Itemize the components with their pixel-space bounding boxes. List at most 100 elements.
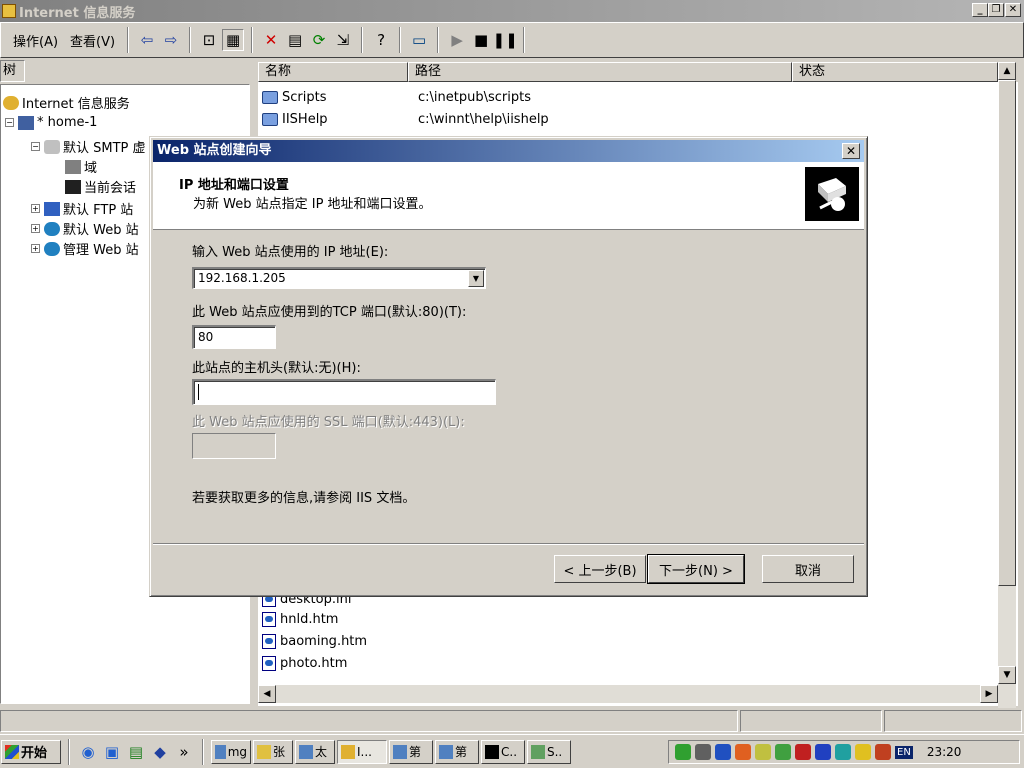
task-button-mg[interactable]: mg [211,739,251,764]
close-window-button[interactable]: ✕ [1005,3,1021,17]
ip-label: 输入 Web 站点使用的 IP 地址(E): [192,245,389,260]
tcp-port-input[interactable]: 80 [192,325,276,349]
expand-icon[interactable]: + [31,224,40,233]
collapse-icon[interactable]: − [5,118,14,127]
cancel-button[interactable]: 取消 [762,555,854,583]
dialog-title: Web 站点创建向导 [157,143,272,158]
dropdown-arrow-icon[interactable]: ▼ [468,270,484,287]
tray-volume-icon[interactable] [695,744,711,760]
tray-app-icon[interactable] [855,744,871,760]
task-button-doc1[interactable]: 第 [389,739,433,764]
help-icon[interactable]: ? [370,29,392,51]
task-button-folder[interactable]: 张 [253,739,293,764]
task-button-s[interactable]: S.. [527,739,571,764]
back-button[interactable]: < 上一步(B) [554,555,646,583]
file-icon [262,634,276,649]
console-icon [485,744,499,759]
tray-app-icon[interactable] [735,744,751,760]
tree-item-smtp[interactable]: − 默认 SMTP 虚 [31,137,146,156]
forward-icon[interactable]: ⇨ [160,29,182,51]
tree-item-domain[interactable]: 域 [65,157,97,176]
tray-app-icon[interactable] [835,744,851,760]
ip-address-select[interactable]: 192.168.1.205 ▼ [192,267,486,289]
tree-item-iis[interactable]: Internet 信息服务 [3,93,130,112]
list-item[interactable]: IISHelp c:\winnt\help\iishelp [262,112,549,127]
tree-header[interactable]: 树 [0,60,25,82]
tree-item-sessions[interactable]: 当前会话 [65,177,136,196]
play-icon[interactable]: ▶ [446,29,468,51]
window-title: Internet 信息服务 [19,5,136,21]
menu-view[interactable]: 查看(V) [64,31,121,50]
dialog-title-bar[interactable]: Web 站点创建向导 ✕ [153,140,864,162]
main-title-bar[interactable]: Internet 信息服务 _ ❐ ✕ [0,0,1024,22]
tree-item-admin-web[interactable]: + 管理 Web 站 [31,239,139,258]
task-button-iis[interactable]: I... [337,739,387,764]
refresh-icon[interactable]: ⟳ [308,29,330,51]
iis-app-icon [2,4,16,18]
column-status[interactable]: 状态 [792,62,998,82]
start-button[interactable]: 开始 [1,739,61,764]
tree-item-default-web[interactable]: + 默认 Web 站 [31,219,139,238]
list-item[interactable]: photo.htm [262,656,347,671]
taskbar: 开始 ◉ ▣ ▤ ◆ » mg 张 太 I... 第 第 C.. S.. EN … [0,734,1024,768]
properties-icon[interactable]: ▤ [284,29,306,51]
vertical-scrollbar[interactable]: ▲ ▼ [998,62,1016,708]
iis-icon [341,744,355,759]
column-path[interactable]: 路径 [408,62,792,82]
scroll-left-button[interactable]: ◀ [258,685,276,703]
host-header-label: 此站点的主机头(默认:无)(H): [192,361,361,376]
quicklaunch-more-icon[interactable]: » [173,741,195,763]
tray-network-icon[interactable] [675,744,691,760]
domain-icon [65,159,81,174]
show-tree-icon[interactable]: ▦ [222,29,245,51]
stop-icon[interactable]: ■ [470,29,492,51]
computer-icon[interactable]: ▭ [408,29,430,51]
tray-app-icon[interactable] [875,744,891,760]
task-button-cmd[interactable]: C.. [481,739,525,764]
ie-icon[interactable]: ◉ [77,741,99,763]
pause-icon[interactable]: ❚❚ [493,29,518,51]
restore-button[interactable]: ❐ [988,3,1004,17]
expand-icon[interactable]: + [31,244,40,253]
list-item[interactable]: hnld.htm [262,612,338,627]
toolbar-separator [127,27,130,53]
tree-item-home[interactable]: − * home-1 [5,115,97,130]
wizard-step-title: IP 地址和端口设置 [179,178,289,193]
back-icon[interactable]: ⇦ [136,29,158,51]
tray-app-icon[interactable] [755,744,771,760]
tray-app-icon[interactable] [775,744,791,760]
list-header: 名称 路径 状态 [258,62,1018,82]
export-icon[interactable]: ⇲ [332,29,354,51]
task-button-browser[interactable]: 太 [295,739,335,764]
collapse-icon[interactable]: − [31,142,40,151]
list-item[interactable]: baoming.htm [262,634,367,649]
tree-item-ftp[interactable]: + 默认 FTP 站 [31,199,133,218]
next-button[interactable]: 下一步(N) > [647,554,745,584]
column-name[interactable]: 名称 [258,62,408,82]
folder-icon [257,744,271,759]
minimize-button[interactable]: _ [972,3,988,17]
tray-monitor-icon[interactable] [715,744,731,760]
scroll-thumb[interactable] [998,80,1016,586]
media-icon[interactable]: ◆ [149,741,171,763]
delete-icon[interactable]: ✕ [260,29,282,51]
up-icon[interactable]: ⊡ [198,29,220,51]
task-button-doc2[interactable]: 第 [435,739,479,764]
language-indicator[interactable]: EN [895,745,913,759]
ssl-port-input[interactable] [192,433,276,459]
status-bar [0,710,1024,732]
dialog-close-button[interactable]: ✕ [842,143,860,159]
tray-app-icon[interactable] [815,744,831,760]
horizontal-scrollbar[interactable]: ◀ ▶ [258,685,998,703]
expand-icon[interactable]: + [31,204,40,213]
scroll-right-button[interactable]: ▶ [980,685,998,703]
outlook-icon[interactable]: ▤ [125,741,147,763]
list-item[interactable]: Scripts c:\inetpub\scripts [262,90,531,105]
host-header-input[interactable] [192,379,496,405]
tray-shield-icon[interactable] [795,744,811,760]
status-cell [0,710,738,732]
menu-action[interactable]: 操作(A) [7,31,64,50]
scroll-down-button[interactable]: ▼ [998,666,1016,684]
desktop-icon[interactable]: ▣ [101,741,123,763]
scroll-up-button[interactable]: ▲ [998,62,1016,80]
